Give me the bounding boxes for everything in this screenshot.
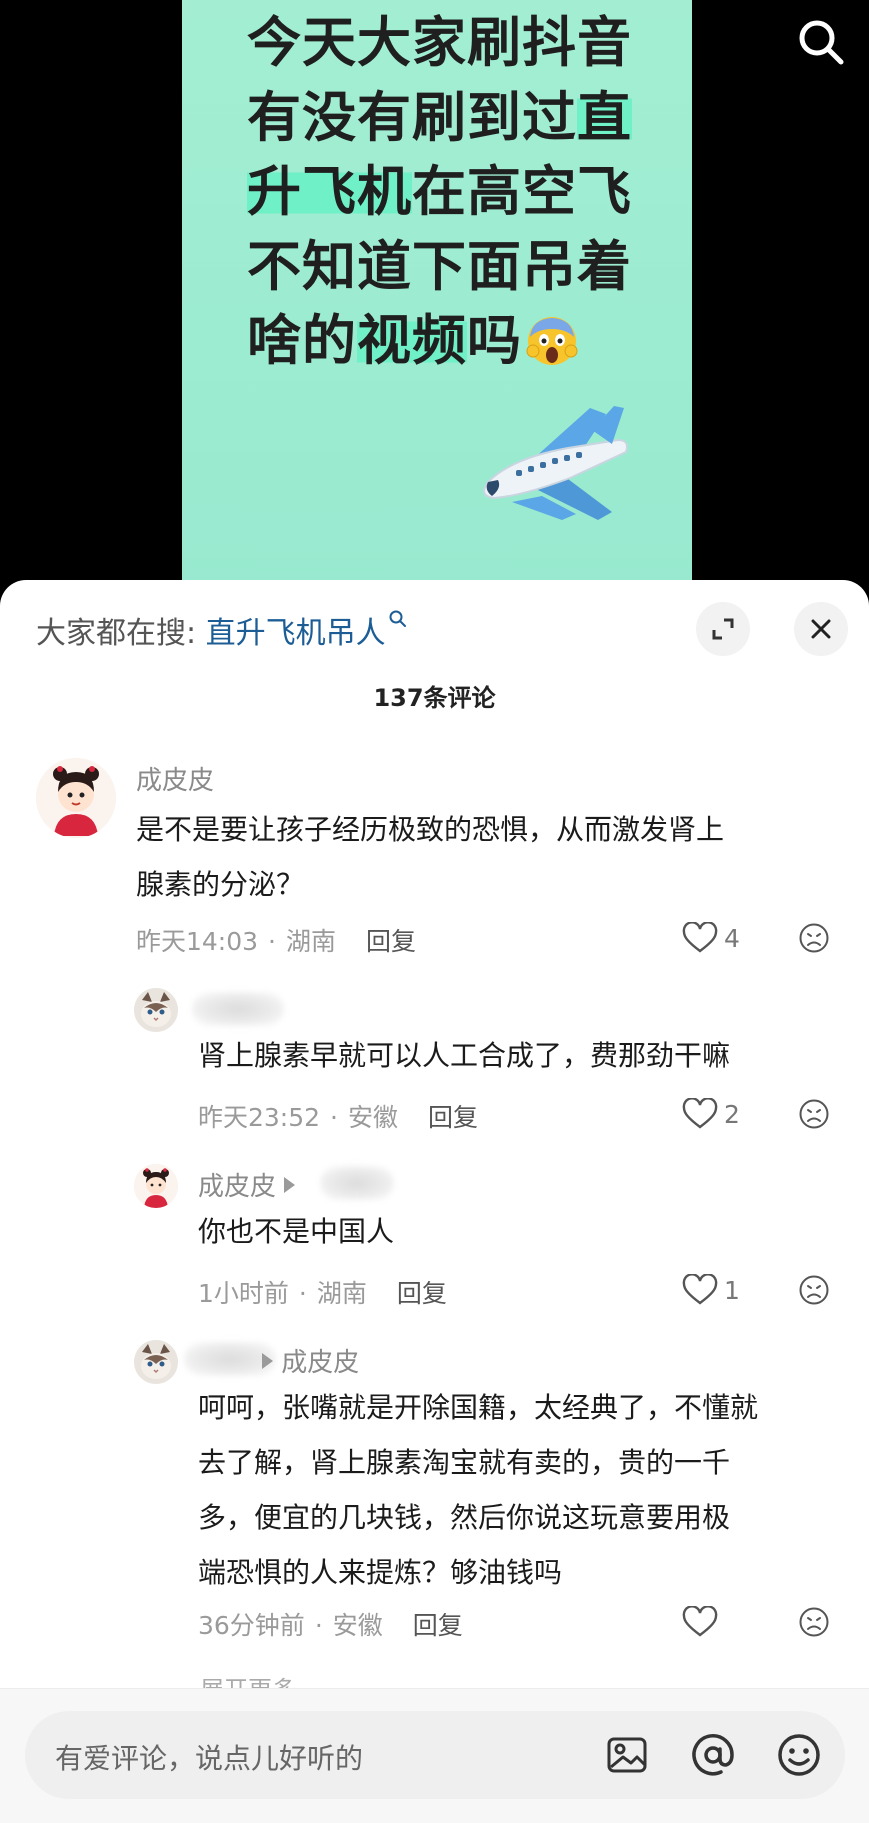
comment-location: 安徽 — [348, 1103, 399, 1132]
heart-icon — [682, 1098, 718, 1129]
comment-time: 昨天14:03 — [136, 927, 259, 956]
reply-button[interactable]: 回复 — [366, 927, 416, 956]
comment-text: 肾上腺素早就可以人工合成了，费那劲干嘛 — [198, 1028, 730, 1083]
like-count: 4 — [724, 923, 740, 953]
like-button[interactable]: 2 — [682, 1096, 740, 1132]
like-button[interactable] — [682, 1604, 724, 1640]
comment-time: 昨天23:52 — [198, 1103, 321, 1132]
avatar[interactable] — [134, 1164, 178, 1208]
comment-line: 端恐惧的人来提炼？够油钱吗 — [198, 1556, 563, 1589]
blurred-username — [320, 1166, 394, 1200]
like-count: 1 — [724, 1275, 740, 1305]
comment-line: 呵呵，张嘴就是开除国籍，太经典了，不懂就 — [198, 1391, 759, 1424]
scream-emoji-icon — [526, 317, 578, 365]
like-button[interactable]: 1 — [682, 1272, 740, 1308]
comment-time: 1小时前 — [198, 1279, 289, 1308]
dislike-icon[interactable] — [798, 1098, 830, 1130]
input-placeholder: 有爱评论，说点儿好听的 — [55, 1742, 364, 1775]
comment-input[interactable]: 有爱评论，说点儿好听的 — [25, 1711, 845, 1799]
reply-button[interactable]: 回复 — [413, 1611, 463, 1640]
comment-line: 是不是要让孩子经历极致的恐惧，从而激发肾上 — [136, 813, 725, 846]
blurred-username — [192, 992, 284, 1026]
avatar-cat-icon — [134, 1340, 178, 1384]
video-player[interactable]: 今天大家刷抖音 有没有刷到过直 升飞机在高空飞 不知道下面吊着 啥的视频吗 — [0, 0, 869, 600]
dislike-icon[interactable] — [798, 1274, 830, 1306]
search-icon — [389, 610, 406, 627]
avatar[interactable] — [134, 1340, 178, 1384]
like-button[interactable]: 4 — [682, 920, 740, 956]
comment-text: 你也不是中国人 — [198, 1204, 394, 1259]
search-icon[interactable] — [795, 16, 847, 68]
comment-text: 是不是要让孩子经历极致的恐惧，从而激发肾上 腺素的分泌？ — [136, 802, 724, 912]
comment-sheet: 大家都在搜: 直升飞机吊人 137条评论 成皮皮 是不是要让孩子经历极致的恐惧，… — [0, 580, 869, 1823]
heart-icon — [682, 922, 718, 953]
video-caption: 今天大家刷抖音 有没有刷到过直 升飞机在高空飞 不知道下面吊着 啥的视频吗 — [247, 6, 667, 379]
at-icon[interactable] — [689, 1731, 737, 1779]
comment-location: 安徽 — [332, 1611, 383, 1640]
avatar-cat-icon — [134, 988, 178, 1032]
caption-line: 不知道下面吊着 — [247, 234, 632, 298]
suggestion-link[interactable]: 直升飞机吊人 — [206, 616, 386, 651]
comment-count: 137条评论 — [373, 684, 496, 712]
dislike-icon[interactable] — [798, 922, 830, 954]
caption-line: 今天大家刷抖音 — [247, 11, 632, 74]
comment-location: 湖南 — [316, 1279, 367, 1308]
comment-meta: 1小时前 · 湖南 回复 — [198, 1279, 447, 1308]
comment-line: 腺素的分泌？ — [136, 868, 305, 901]
comment-meta: 昨天23:52 · 安徽 回复 — [198, 1103, 479, 1132]
image-icon[interactable] — [603, 1731, 651, 1779]
comment-location: 湖南 — [286, 927, 337, 956]
close-icon — [811, 619, 831, 639]
reply-button[interactable]: 回复 — [397, 1279, 447, 1308]
plane-emoji-icon — [483, 406, 628, 520]
comment-line: 去了解，肾上腺素淘宝就有卖的，贵的一千 — [198, 1446, 731, 1479]
avatar[interactable] — [134, 988, 178, 1032]
suggestion-prefix: 大家都在搜: — [36, 616, 206, 651]
caption-line: 升飞机在高空飞 — [247, 160, 632, 223]
comment-input-bar: 有爱评论，说点儿好听的 — [0, 1688, 869, 1823]
comment-author[interactable]: 成皮皮 — [136, 760, 214, 797]
avatar-girl-icon — [36, 758, 116, 838]
reply-arrow-icon — [284, 1177, 296, 1193]
comment-line: 你也不是中国人 — [198, 1215, 395, 1248]
like-count: 2 — [724, 1099, 740, 1129]
search-suggestion[interactable]: 大家都在搜: 直升飞机吊人 — [36, 608, 408, 652]
close-button[interactable] — [794, 602, 848, 656]
reply-button[interactable]: 回复 — [428, 1103, 478, 1132]
expand-icon — [712, 618, 734, 640]
comment-time: 36分钟前 — [198, 1611, 305, 1640]
avatar-girl-icon — [134, 1164, 178, 1208]
avatar[interactable] — [36, 758, 116, 838]
heart-icon — [682, 1274, 718, 1305]
comment-author[interactable]: 成皮皮 — [198, 1166, 296, 1203]
caption-line: 有没有刷到过直 — [247, 85, 632, 149]
comment-text: 呵呵，张嘴就是开除国籍，太经典了，不懂就 去了解，肾上腺素淘宝就有卖的，贵的一千… — [198, 1380, 758, 1600]
comment-line: 肾上腺素早就可以人工合成了，费那劲干嘛 — [198, 1039, 731, 1072]
reply-target[interactable]: 成皮皮 — [262, 1342, 359, 1379]
reply-arrow-icon — [262, 1353, 273, 1369]
expand-button[interactable] — [696, 602, 750, 656]
caption-line: 啥的视频吗 — [247, 304, 667, 379]
dislike-icon[interactable] — [798, 1606, 830, 1638]
comment-meta: 36分钟前 · 安徽 回复 — [198, 1611, 463, 1640]
comment-meta: 昨天14:03 · 湖南 回复 — [136, 927, 417, 956]
heart-icon — [682, 1606, 718, 1637]
emoji-icon[interactable] — [775, 1731, 823, 1779]
video-frame: 今天大家刷抖音 有没有刷到过直 升飞机在高空飞 不知道下面吊着 啥的视频吗 — [182, 0, 692, 600]
comment-line: 多，便宜的几块钱，然后你说这玩意要用极 — [198, 1501, 731, 1534]
